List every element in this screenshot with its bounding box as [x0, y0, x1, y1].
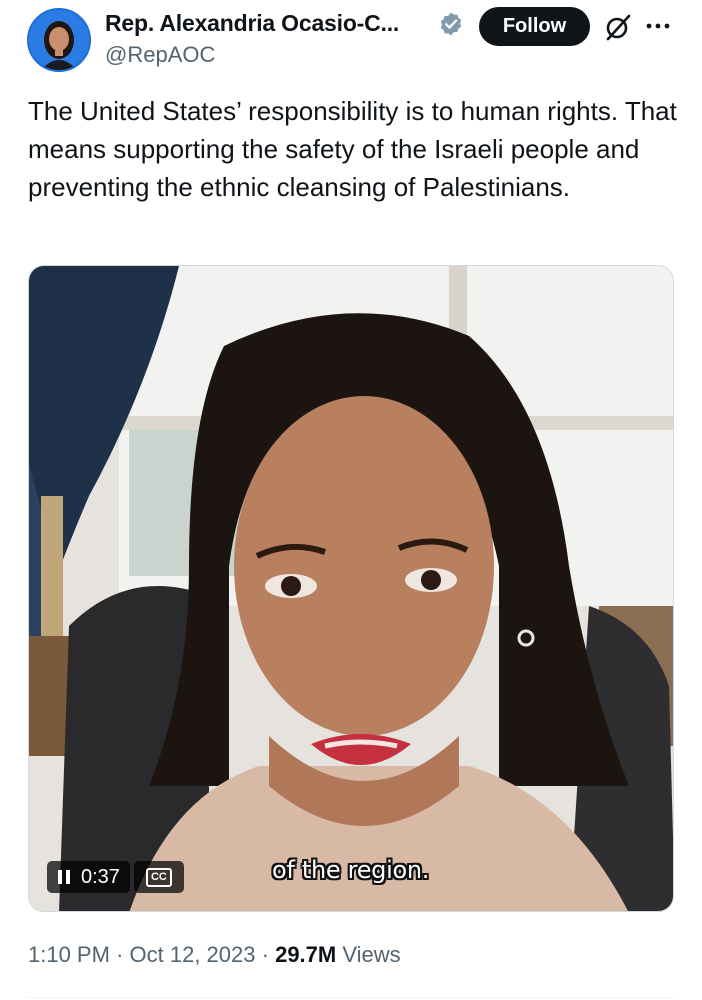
player-controls: 0:37 CC — [47, 861, 184, 895]
verified-badge-icon — [440, 12, 462, 36]
profile-photo — [29, 10, 89, 70]
video-time: 0:37 — [81, 865, 120, 888]
meta-separator: · — [261, 942, 269, 967]
meta-separator: · — [116, 942, 124, 967]
views-label: Views — [342, 942, 401, 967]
post-date[interactable]: Oct 12, 2023 — [130, 942, 256, 967]
tweet-header: Rep. Alexandria Ocasio-C... @RepAOC Foll… — [0, 0, 702, 90]
avatar[interactable] — [27, 8, 91, 72]
captions-button[interactable]: CC — [133, 861, 184, 893]
grok-icon[interactable] — [603, 12, 633, 42]
post-time[interactable]: 1:10 PM — [28, 942, 110, 967]
cc-icon: CC — [145, 867, 172, 887]
tweet-text: The United States’ responsibility is to … — [28, 96, 677, 202]
author-display-name[interactable]: Rep. Alexandria Ocasio-C... — [105, 10, 399, 37]
video-caption: of the region. — [272, 856, 430, 884]
divider — [28, 997, 674, 998]
views-count: 29.7M — [275, 942, 337, 967]
more-icon[interactable] — [643, 14, 673, 38]
pause-button[interactable]: 0:37 — [47, 861, 130, 893]
video-player[interactable]: of the region. 0:37 CC — [28, 265, 674, 912]
pause-icon — [58, 870, 70, 884]
follow-button[interactable]: Follow — [479, 7, 590, 46]
video-frame — [29, 266, 673, 911]
author-handle[interactable]: @RepAOC — [105, 42, 215, 68]
tweet-meta: 1:10 PM · Oct 12, 2023 · 29.7M Views — [28, 942, 401, 968]
